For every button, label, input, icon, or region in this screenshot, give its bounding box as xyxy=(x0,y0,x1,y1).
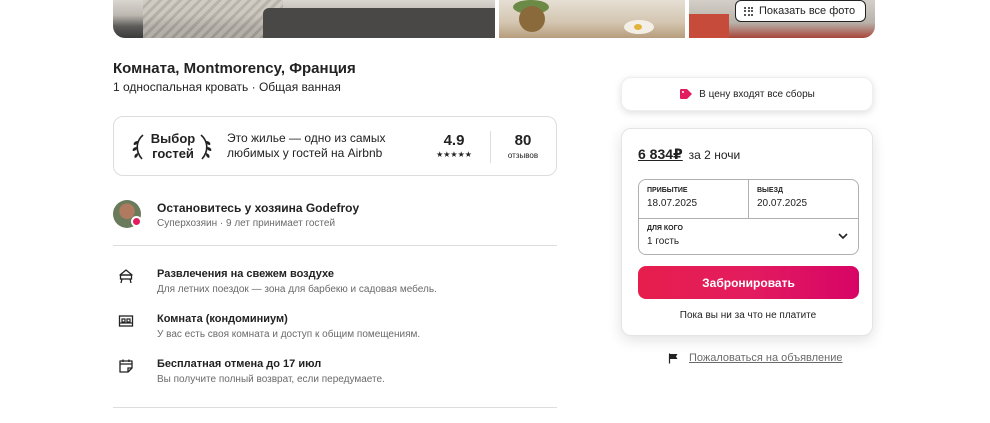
photo-detail xyxy=(689,14,729,38)
listing-subtitle: 1 односпальная кровать · Общая ванная xyxy=(113,80,341,94)
outdoor-grill-icon xyxy=(119,269,133,284)
photo-detail xyxy=(143,0,283,38)
checkin-field[interactable]: ПРИБЫТИЕ 18.07.2025 xyxy=(639,180,749,218)
price: 6 834₽ за 2 ночи xyxy=(638,146,740,163)
photo-main[interactable] xyxy=(113,0,495,38)
photo-detail xyxy=(519,6,545,32)
calendar-icon xyxy=(119,359,133,373)
price-amount[interactable]: 6 834₽ xyxy=(638,146,683,162)
feature-title: Бесплатная отмена до 17 июл xyxy=(157,358,322,370)
superhost-badge-icon xyxy=(131,216,142,227)
guest-favorite-text: Это жилье — одно из самых любимых у гост… xyxy=(227,131,386,160)
report-listing[interactable]: Пожаловаться на объявление xyxy=(668,352,843,364)
room-icon xyxy=(118,315,134,327)
reviews-label: отзывов xyxy=(507,151,539,160)
checkout-value: 20.07.2025 xyxy=(757,198,808,209)
laurel-right-icon xyxy=(200,134,212,160)
guest-favorite-card[interactable]: Выбор гостей Это жилье — одно из самых л… xyxy=(113,116,557,176)
laurel-left-icon xyxy=(132,134,144,160)
photo-detail xyxy=(634,24,642,30)
fees-notice-text: В цену входят все сборы xyxy=(699,88,815,100)
reviews[interactable]: 80 отзывов xyxy=(500,132,546,160)
rating-value: 4.9 xyxy=(443,132,465,149)
price-suffix: за 2 ночи xyxy=(688,148,741,162)
guest-favorite-badge: Выбор гостей xyxy=(150,131,196,161)
no-charge-note: Пока вы ни за что не платите xyxy=(679,310,817,321)
checkin-label: ПРИБЫТИЕ xyxy=(647,187,688,194)
date-picker: ПРИБЫТИЕ 18.07.2025 ВЫЕЗД 20.07.2025 ДЛЯ… xyxy=(638,179,859,255)
reserve-button[interactable]: Забронировать xyxy=(638,266,859,299)
checkout-field[interactable]: ВЫЕЗД 20.07.2025 xyxy=(749,180,859,218)
rating: 4.9 ★★★★★ xyxy=(432,132,476,159)
photo-2[interactable] xyxy=(499,0,685,38)
price-tag-icon xyxy=(680,89,693,99)
chevron-down-icon xyxy=(838,233,848,240)
checkin-value: 18.07.2025 xyxy=(647,198,698,209)
guests-value: 1 гость xyxy=(647,236,680,247)
photo-detail xyxy=(263,8,495,38)
fees-notice: В цену входят все сборы xyxy=(621,77,873,111)
feature-desc: Вы получите полный возврат, если передум… xyxy=(157,374,385,385)
reviews-count: 80 xyxy=(514,132,532,149)
show-all-photos-button[interactable]: Показать все фото xyxy=(735,0,867,22)
feature-desc: У вас есть своя комната и доступ к общим… xyxy=(157,329,421,340)
feature-title: Развлечения на свежем воздухе xyxy=(157,268,334,280)
flag-icon xyxy=(668,353,678,363)
feature-title: Комната (кондоминиум) xyxy=(157,313,288,325)
booking-card: 6 834₽ за 2 ночи ПРИБЫТИЕ 18.07.2025 ВЫЕ… xyxy=(621,128,873,336)
report-listing-link[interactable]: Пожаловаться на объявление xyxy=(689,352,843,364)
guests-select[interactable]: ДЛЯ КОГО 1 гость xyxy=(639,218,858,255)
show-all-photos-label: Показать все фото xyxy=(759,5,856,17)
divider xyxy=(113,245,557,246)
grid-icon xyxy=(744,6,753,16)
divider xyxy=(113,407,557,408)
feature-desc: Для летних поездок — зона для барбекю и … xyxy=(157,284,437,295)
guests-label: ДЛЯ КОГО xyxy=(647,225,683,232)
divider xyxy=(490,131,491,163)
host-title: Остановитесь у хозяина Godefroy xyxy=(157,201,360,215)
host-subtitle: Суперхозяин · 9 лет принимает гостей xyxy=(157,218,336,229)
checkout-label: ВЫЕЗД xyxy=(757,187,783,194)
rating-stars: ★★★★★ xyxy=(436,150,472,159)
listing-title: Комната, Montmorency, Франция xyxy=(113,60,356,77)
